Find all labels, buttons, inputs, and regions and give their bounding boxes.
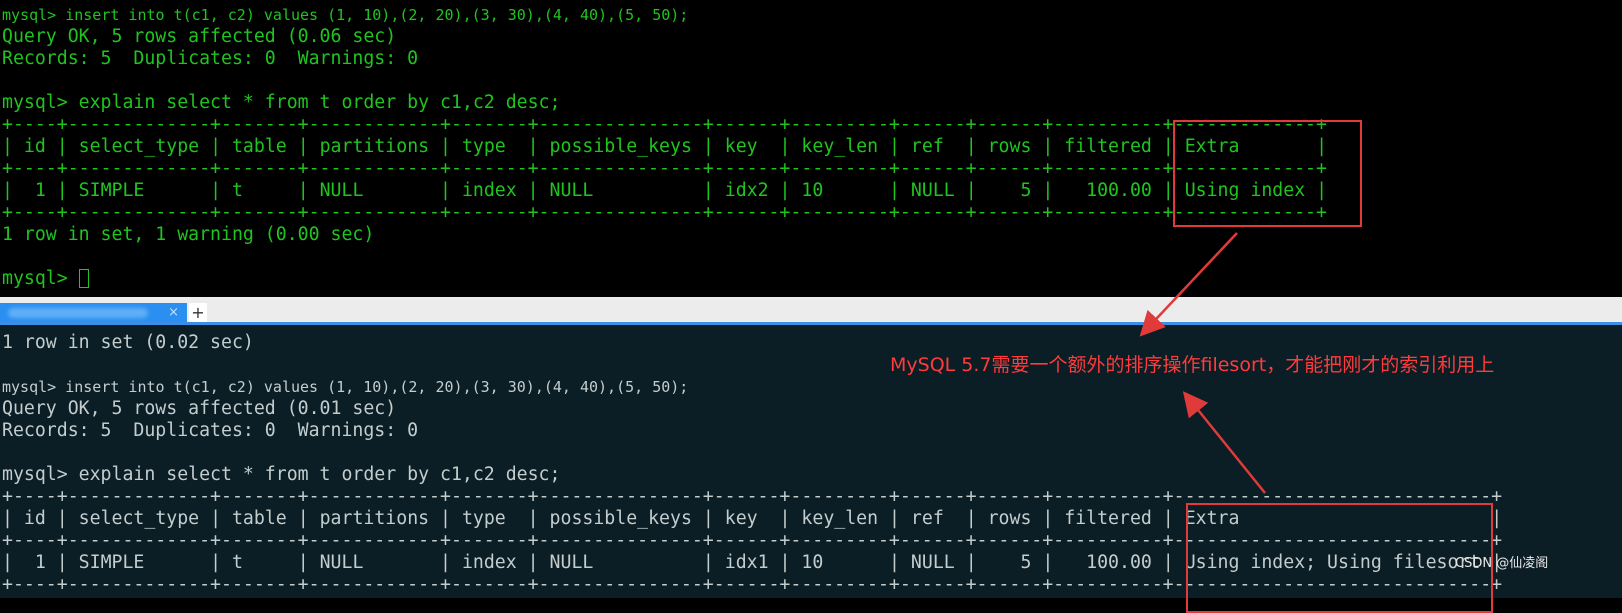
watermark: CSDN @仙凌阁: [1455, 556, 1549, 571]
arrow-up: [1182, 391, 1266, 494]
annotation-text: MySQL 5.7需要一个额外的排序操作filesort，才能把刚才的索引利用上: [890, 354, 1495, 376]
arrow-down: [1139, 232, 1238, 337]
annotation-arrows: [1139, 232, 1266, 494]
